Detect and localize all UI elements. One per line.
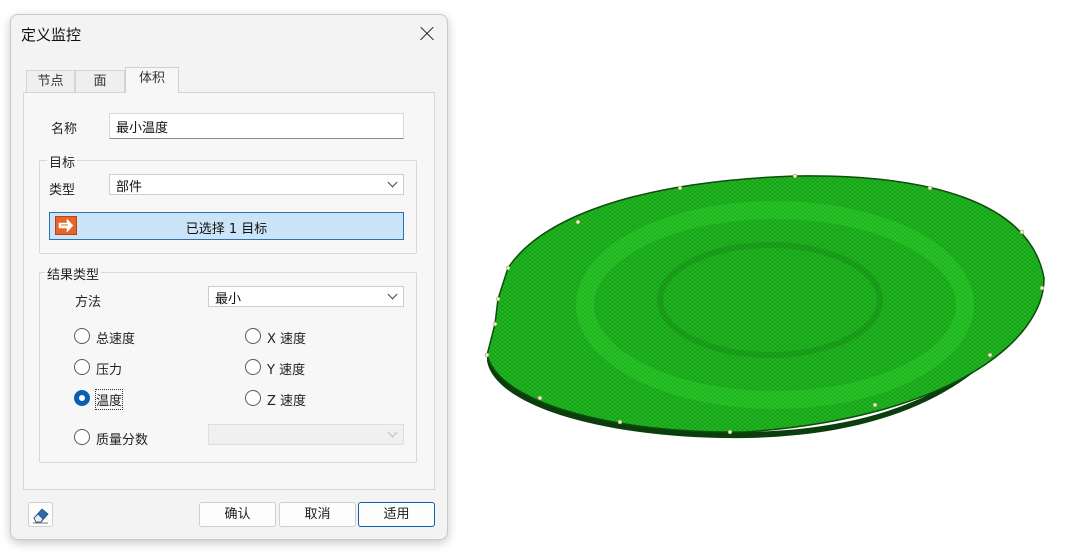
volume-mesh-model[interactable] [470, 160, 1060, 450]
name-input[interactable]: 最小温度 [109, 113, 404, 139]
target-button-label: 已选择 1 目标 [185, 222, 268, 237]
radio-circle [74, 359, 90, 375]
name-label: 名称 [51, 122, 78, 137]
mass-fraction-select[interactable] [208, 424, 404, 445]
tab-nodes[interactable]: 节点 [26, 70, 75, 92]
cancel-button[interactable]: 取消 [279, 502, 356, 527]
define-monitor-dialog: 定义监控 节点 面 体积 名称 最小温度 目标 类型 部件 已选择 1 目标 结… [10, 14, 448, 540]
ok-button[interactable]: 确认 [199, 502, 276, 527]
type-select-value: 部件 [116, 180, 143, 195]
result-type-group-title: 结果类型 [45, 264, 102, 283]
radio-circle [74, 429, 90, 445]
type-label: 类型 [49, 183, 76, 198]
radio-total-velocity[interactable]: 总速度 [74, 327, 194, 347]
radio-pressure[interactable]: 压力 [74, 358, 194, 378]
radio-label: Z 速度 [267, 394, 307, 409]
radio-x-velocity[interactable]: X 速度 [245, 327, 365, 347]
chevron-down-icon [387, 427, 398, 438]
radio-temperature[interactable]: 温度 [74, 389, 194, 410]
radio-circle [74, 390, 90, 406]
method-select-value: 最小 [215, 292, 242, 307]
select-target-button[interactable]: 已选择 1 目标 [49, 212, 404, 240]
radio-label: Y 速度 [267, 363, 306, 378]
radio-label: 压力 [96, 363, 123, 378]
tab-faces[interactable]: 面 [75, 70, 125, 92]
chevron-down-icon [387, 289, 398, 300]
tab-volume[interactable]: 体积 [125, 67, 179, 93]
radio-circle [74, 328, 90, 344]
radio-label: X 速度 [267, 332, 307, 347]
close-icon[interactable] [415, 22, 439, 46]
type-select[interactable]: 部件 [109, 174, 404, 195]
apply-button[interactable]: 适用 [358, 502, 435, 527]
radio-z-velocity[interactable]: Z 速度 [245, 389, 365, 409]
target-group-title: 目标 [47, 152, 78, 171]
radio-label: 总速度 [96, 332, 136, 347]
clear-button[interactable] [28, 502, 53, 527]
radio-label: 温度 [94, 389, 124, 410]
eraser-icon [29, 508, 52, 530]
radio-mass-fraction[interactable]: 质量分数 [74, 428, 194, 448]
radio-circle [245, 359, 261, 375]
dialog-title-bar[interactable]: 定义监控 [11, 15, 447, 55]
method-label: 方法 [75, 295, 102, 310]
radio-circle [245, 328, 261, 344]
radio-label: 质量分数 [96, 433, 149, 448]
method-select[interactable]: 最小 [208, 286, 404, 307]
radio-circle [245, 390, 261, 406]
dialog-title: 定义监控 [21, 26, 82, 44]
radio-y-velocity[interactable]: Y 速度 [245, 358, 365, 378]
chevron-down-icon [387, 177, 398, 188]
